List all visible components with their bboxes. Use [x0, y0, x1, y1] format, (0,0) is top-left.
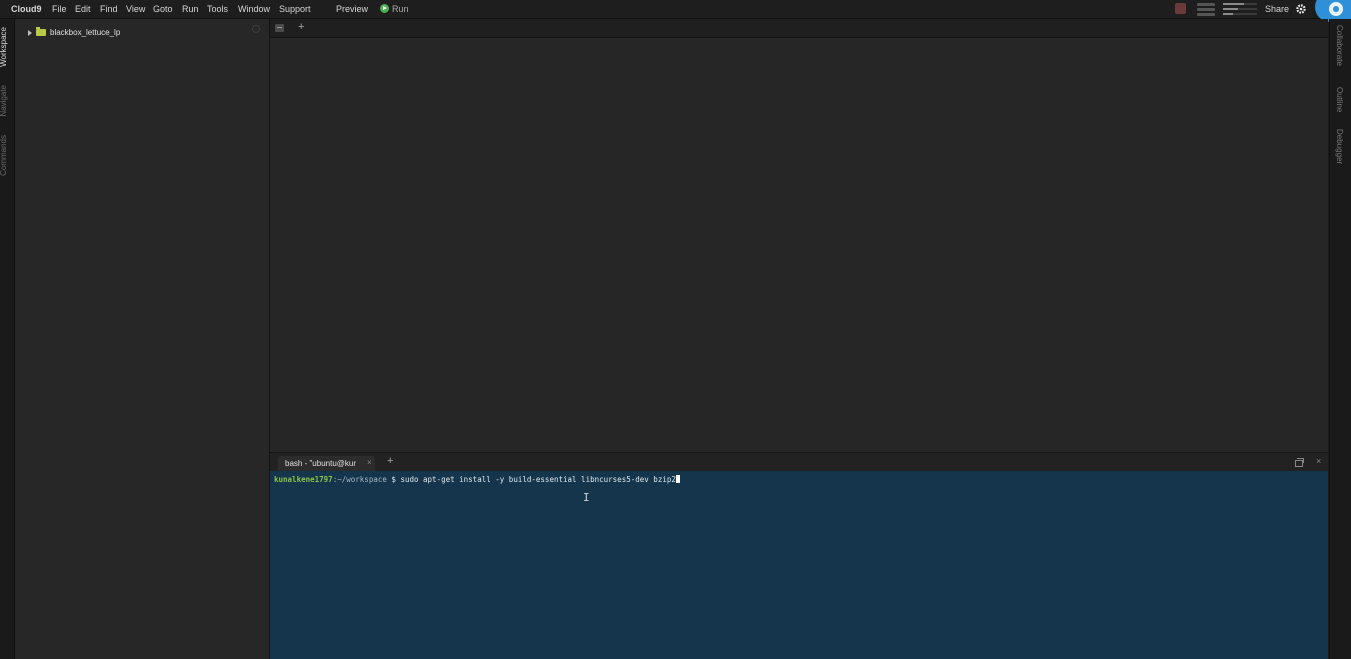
left-sidebar-tabs: Workspace Navigate Commands: [0, 19, 15, 659]
gear-icon[interactable]: [1295, 3, 1307, 15]
menu-bar: Cloud9 File Edit Find View Goto Run Tool…: [0, 0, 1351, 22]
pane-menu-icon[interactable]: [275, 24, 284, 32]
menu-find[interactable]: Find: [100, 4, 118, 14]
resource-meters[interactable]: [1197, 2, 1259, 16]
terminal-prompt-line: kunalkene1797:~/workspace $ sudo apt-get…: [274, 475, 680, 484]
menu-support[interactable]: Support: [279, 4, 311, 14]
memory-meter: [1223, 3, 1257, 5]
share-button[interactable]: Share: [1265, 4, 1289, 14]
editor-area[interactable]: [270, 38, 1328, 452]
memory-meter-fill: [1223, 3, 1245, 5]
terminal-tab[interactable]: bash - "ubuntu@kur ×: [278, 456, 375, 471]
terminal-tab-bar: bash - "ubuntu@kur × + ×: [270, 452, 1328, 471]
text-cursor: [675, 475, 680, 483]
run-button[interactable]: Run: [392, 4, 409, 14]
terminal-command: sudo apt-get install -y build-essential …: [400, 475, 676, 484]
folder-icon: [36, 27, 46, 36]
memory-meter-label: [1197, 3, 1215, 6]
preview-button[interactable]: Preview: [336, 4, 368, 14]
menu-window[interactable]: Window: [238, 4, 270, 14]
cpu-meter-label: [1197, 8, 1215, 11]
tab-debugger[interactable]: Debugger: [1335, 129, 1344, 164]
close-tab-icon[interactable]: ×: [367, 458, 372, 467]
prompt-user: kunalkene1797: [274, 475, 333, 484]
tab-navigate[interactable]: Navigate: [0, 85, 13, 117]
menu-goto[interactable]: Goto: [153, 4, 173, 14]
play-icon[interactable]: [380, 4, 389, 13]
disk-meter-label: [1197, 13, 1215, 16]
tab-workspace[interactable]: Workspace: [0, 27, 13, 67]
editor-tab-bar: +: [270, 19, 1328, 38]
menu-view[interactable]: View: [126, 4, 145, 14]
workspace-panel: blackbox_lettuce_lp: [15, 19, 270, 659]
right-sidebar-tabs: Collaborate Outline Debugger: [1329, 19, 1351, 659]
tab-commands[interactable]: Commands: [0, 135, 13, 176]
prompt-path: :~/workspace: [332, 475, 387, 484]
ibeam-cursor-icon: I: [583, 491, 590, 504]
terminal[interactable]: kunalkene1797:~/workspace $ sudo apt-get…: [270, 471, 1328, 659]
panel-settings-icon[interactable]: [252, 25, 260, 33]
user-status-icon[interactable]: [1175, 3, 1186, 14]
menu-file[interactable]: File: [52, 4, 67, 14]
tab-outline[interactable]: Outline: [1335, 87, 1344, 112]
editor-add-tab-button[interactable]: +: [298, 21, 304, 34]
terminal-tab-label: bash - "ubuntu@kur: [285, 459, 356, 468]
menu-run[interactable]: Run: [182, 4, 199, 14]
terminal-add-tab-button[interactable]: +: [387, 455, 393, 468]
menu-tools[interactable]: Tools: [207, 4, 228, 14]
cpu-meter-fill: [1223, 8, 1239, 10]
tab-collaborate[interactable]: Collaborate: [1335, 25, 1344, 66]
cpu-meter: [1223, 8, 1257, 10]
menu-edit[interactable]: Edit: [75, 4, 91, 14]
disk-meter-fill: [1223, 13, 1234, 15]
expand-arrow-icon[interactable]: [28, 30, 32, 36]
tree-root-folder[interactable]: blackbox_lettuce_lp: [50, 28, 120, 37]
disk-meter: [1223, 13, 1257, 15]
cloud9-brand[interactable]: Cloud9: [11, 4, 42, 14]
prompt-symbol: $: [391, 475, 396, 484]
close-icon[interactable]: ×: [1316, 456, 1321, 466]
restore-icon[interactable]: [1295, 458, 1304, 467]
